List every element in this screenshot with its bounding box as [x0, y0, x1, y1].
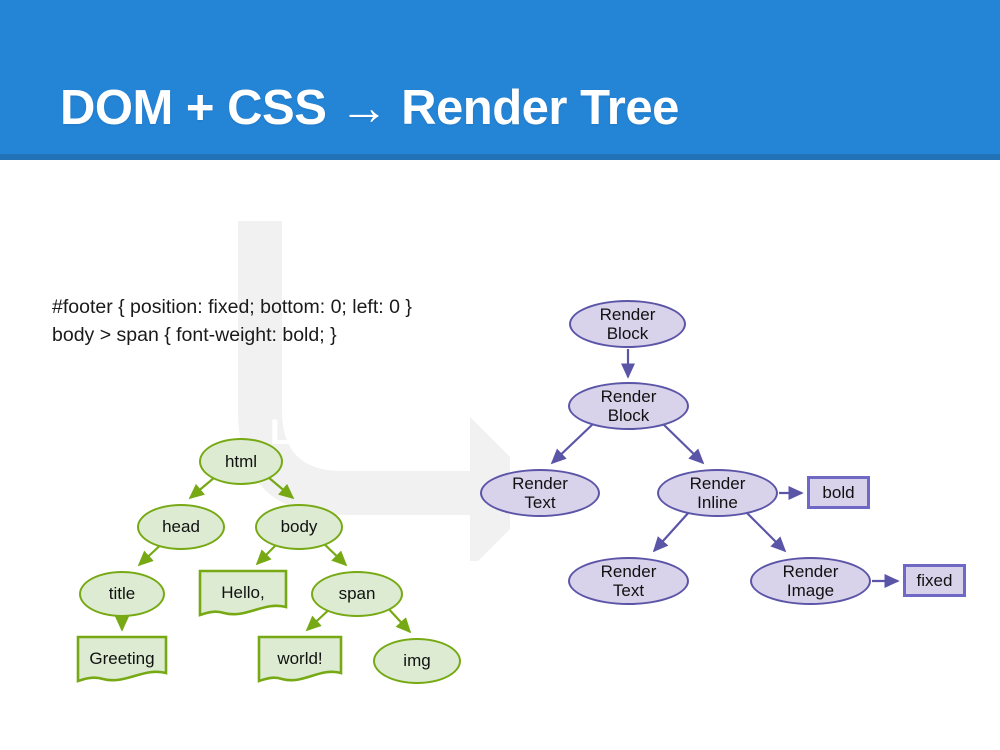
- render-badge-fixed[interactable]: fixed: [903, 564, 966, 597]
- render-node-block-1-label: Render Block: [599, 304, 656, 343]
- dom-node-html-label: html: [224, 451, 258, 471]
- render-node-inline[interactable]: Render Inline: [657, 469, 778, 517]
- dom-node-span[interactable]: span: [311, 571, 403, 617]
- dom-node-world[interactable]: world!: [257, 635, 343, 683]
- edge-rinline-rimage: [744, 510, 787, 553]
- dom-node-span-label: span: [338, 584, 376, 604]
- render-node-block-1[interactable]: Render Block: [569, 300, 686, 348]
- dom-node-title[interactable]: title: [79, 571, 165, 617]
- render-badge-bold[interactable]: bold: [807, 476, 870, 509]
- slide-body: Layout #footer { position: fixed; bottom…: [0, 166, 1000, 750]
- render-node-block-2[interactable]: Render Block: [568, 382, 689, 430]
- dom-node-head[interactable]: head: [137, 504, 225, 550]
- dom-node-world-label: world!: [277, 649, 323, 669]
- dom-node-greeting-label: Greeting: [89, 649, 155, 669]
- render-node-image[interactable]: Render Image: [750, 557, 871, 605]
- dom-node-img[interactable]: img: [373, 638, 461, 684]
- render-node-block-2-label: Render Block: [600, 386, 657, 425]
- dom-node-html[interactable]: html: [199, 438, 283, 485]
- dom-node-hello[interactable]: Hello,: [198, 569, 288, 617]
- render-node-image-label: Render Image: [782, 561, 839, 600]
- page-title: DOM + CSS → Render Tree: [60, 81, 679, 135]
- render-badge-bold-label: bold: [822, 482, 855, 502]
- render-node-text-2[interactable]: Render Text: [568, 557, 689, 605]
- render-node-text-1-label: Render Text: [512, 473, 568, 512]
- dom-node-title-label: title: [108, 584, 136, 604]
- dom-node-body[interactable]: body: [255, 504, 343, 550]
- dom-node-img-label: img: [403, 651, 431, 671]
- dom-node-hello-label: Hello,: [221, 583, 265, 603]
- render-badge-fixed-label: fixed: [916, 570, 953, 590]
- render-node-text-1[interactable]: Render Text: [480, 469, 600, 517]
- css-snippet-text: #footer { position: fixed; bottom: 0; le…: [52, 296, 412, 346]
- dom-node-head-label: head: [162, 517, 200, 537]
- render-node-inline-label: Render Inline: [689, 473, 746, 512]
- edge-rb2-rtext1: [550, 422, 595, 465]
- edge-rb2-rinline: [661, 422, 705, 465]
- edge-rinline-rtext2: [652, 510, 691, 553]
- slide-header: DOM + CSS → Render Tree: [0, 0, 1000, 160]
- render-node-text-2-label: Render Text: [600, 561, 657, 600]
- dom-node-body-label: body: [280, 517, 318, 537]
- layout-arrow-label: Layout: [270, 413, 388, 452]
- dom-node-greeting[interactable]: Greeting: [76, 635, 168, 683]
